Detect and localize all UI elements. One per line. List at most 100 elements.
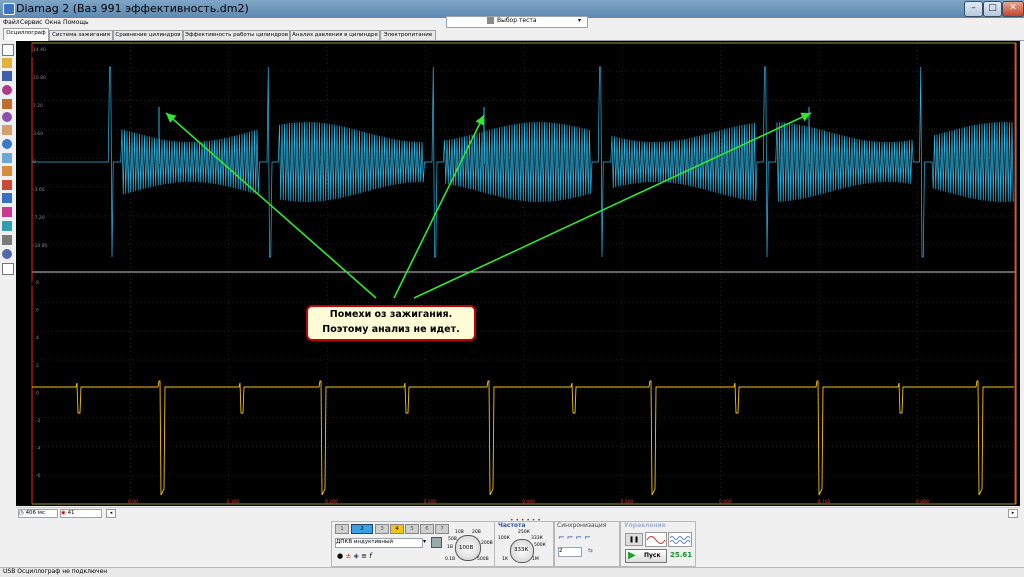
sync-level-icon[interactable]: ⇆: [588, 547, 593, 554]
control-title: Управление: [624, 522, 666, 529]
voltage-knob-value: 100В: [459, 545, 474, 551]
voltage-scale-label: 50В: [448, 537, 457, 542]
menu-windows[interactable]: Окна: [45, 19, 61, 26]
sync-title: Синхронизация: [557, 522, 607, 529]
printer-icon: [487, 17, 494, 24]
table-icon[interactable]: [2, 235, 12, 245]
channel-tools-row: ● ± ◈ ≡ f: [337, 552, 372, 560]
trigger-value: 41: [67, 510, 75, 516]
annotation-callout: Помехи оз зажигания. Поэтому анализ не и…: [306, 305, 476, 341]
callout-arrow: [393, 114, 485, 299]
chevron-down-icon[interactable]: ▾: [578, 17, 581, 24]
channel-button-3[interactable]: 3: [375, 524, 389, 534]
frequency-scale-label: 100К: [498, 536, 510, 541]
target-icon: ◉: [61, 510, 66, 516]
horizontal-scrollbar[interactable]: [16, 507, 1020, 517]
continuous-mode-icon[interactable]: [668, 532, 692, 547]
menu-service[interactable]: Сервис: [20, 19, 42, 26]
filter-icon[interactable]: ◈: [353, 552, 358, 560]
channel-button-2[interactable]: 2: [351, 524, 373, 534]
voltage-scale-label: 1В: [447, 545, 453, 550]
status-text: USB Осциллограф не подключен: [3, 568, 108, 575]
scale-icon[interactable]: [2, 166, 12, 176]
page-icon[interactable]: [2, 263, 14, 275]
x-tick-label: 0.500: [621, 499, 634, 505]
probe-icon[interactable]: ●: [337, 552, 343, 560]
zoom-icon[interactable]: [2, 139, 12, 149]
measure-icon[interactable]: [2, 112, 12, 122]
callout-arrow: [413, 112, 812, 299]
hand-icon[interactable]: [2, 125, 12, 135]
channel-button-4[interactable]: 4: [390, 524, 404, 534]
clock-icon: ◷: [19, 510, 24, 516]
sensor-select-value: ДПКВ индуктивный: [336, 539, 393, 545]
scroll-left-button[interactable]: ◂: [106, 509, 116, 518]
timebase-value: 406 мс: [25, 510, 45, 516]
waveform-icon[interactable]: [2, 153, 12, 163]
open-folder-icon[interactable]: [2, 58, 12, 68]
tab-cylinder-efficiency[interactable]: Эффективность работы цилиндров: [183, 30, 290, 40]
frequency-scale-label: 1К: [502, 557, 509, 562]
timebase-field[interactable]: ◷ 406 мс: [18, 509, 58, 518]
frequency-scale-label: 333К: [531, 536, 543, 541]
list-icon[interactable]: ≡: [361, 552, 367, 560]
voltage-scale-label: 500В: [477, 557, 489, 562]
bottom-y-tick-label: -6: [36, 473, 41, 479]
top-y-tick-label: 0: [33, 159, 36, 165]
function-icon[interactable]: f: [369, 552, 371, 560]
frequency-title: Частота: [498, 522, 526, 529]
tab-ignition[interactable]: Система зажигания: [49, 30, 113, 40]
bottom-y-tick-label: 2: [36, 363, 39, 369]
save-icon[interactable]: [2, 71, 12, 81]
menu-file[interactable]: Файл: [3, 19, 20, 26]
sensor-settings-icon[interactable]: [431, 537, 442, 548]
channel-button-1[interactable]: 1: [335, 524, 349, 534]
pause-icon[interactable]: ❚❚: [625, 533, 643, 546]
bottom-y-tick-label: 0: [36, 390, 39, 396]
callout-line-2: Поэтому анализ не идет.: [322, 324, 460, 335]
minimize-button[interactable]: –: [964, 1, 983, 17]
channel-button-5[interactable]: 5: [405, 524, 419, 534]
close-button[interactable]: ✕: [1002, 1, 1024, 17]
top-channel-waveform: [32, 66, 1014, 258]
chevron-down-icon[interactable]: ▾: [423, 538, 426, 545]
tab-cylinder-comparison[interactable]: Сравнение цилиндров: [113, 30, 183, 40]
bottom-y-tick-label: 4: [36, 335, 39, 341]
start-button[interactable]: ▶ Пуск: [625, 549, 667, 563]
sync-channel-value: 2: [559, 548, 563, 554]
invert-icon[interactable]: ±: [345, 552, 351, 560]
sync-edge-icons[interactable]: ⌐⌐⌐⌐: [558, 533, 593, 542]
bottom-y-tick-label: -4: [36, 446, 41, 452]
channel-button-6[interactable]: 6: [420, 524, 434, 534]
bottom-channel-label: 4 Датчик синхронизации (В): [22, 280, 120, 288]
x-tick-label: 0.700: [818, 499, 831, 505]
menu-help[interactable]: Помощь: [63, 19, 89, 26]
oscilloscope-screen[interactable]: 14.40 10.80 7.20 3.60 0 -3.60 -7.20 -10.80 8 6 4 2 0…: [16, 41, 1020, 506]
tab-cylinder-pressure[interactable]: Анализ давления в цилиндре: [290, 30, 380, 40]
x-tick-label: 0.300: [424, 499, 437, 505]
trigger-field[interactable]: ◉ 41: [60, 509, 102, 518]
tab-power[interactable]: Электропитание: [380, 30, 436, 40]
probe-icon[interactable]: [2, 85, 12, 95]
align-icon[interactable]: [2, 180, 12, 190]
x-tick-label: 0.400: [522, 499, 535, 505]
top-channel-label: 2 ДПКВ индуктивный (В): [22, 51, 108, 59]
frequency-scale-label: 250К: [518, 530, 530, 535]
maximize-button[interactable]: □: [983, 1, 1002, 17]
single-mode-icon[interactable]: [645, 532, 667, 547]
voltage-scale-label: 200В: [481, 541, 493, 546]
settings-icon[interactable]: [2, 221, 12, 231]
cursor-icon[interactable]: [2, 99, 12, 109]
top-y-tick-label: 10.80: [33, 75, 46, 81]
sync-channel-select[interactable]: 2: [558, 547, 582, 557]
sensor-select[interactable]: ДПКВ индуктивный: [335, 538, 423, 548]
x-tick-label: 0.00: [128, 499, 138, 505]
gauge-icon[interactable]: [2, 249, 12, 259]
channel-button-7[interactable]: 7: [435, 524, 449, 534]
scroll-right-button[interactable]: ▸: [1008, 509, 1018, 518]
x-tick-label: 0.200: [325, 499, 338, 505]
app-icon: [3, 3, 15, 15]
channel-icon[interactable]: [2, 207, 12, 217]
new-file-icon[interactable]: [2, 44, 14, 56]
split-icon[interactable]: [2, 193, 12, 203]
